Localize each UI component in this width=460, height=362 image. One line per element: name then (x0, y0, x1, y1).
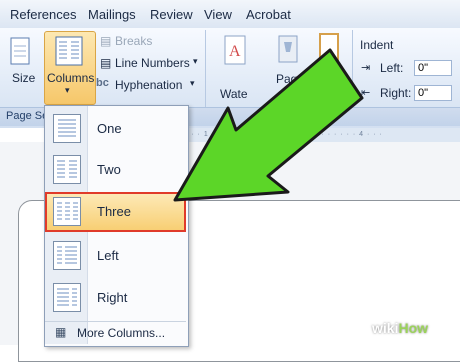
wikihow-logo: wikiHow (372, 320, 428, 336)
wikihow-logo-how: How (398, 320, 429, 336)
green-arrow-icon (173, 48, 364, 202)
wikihow-logo-wiki: wiki (372, 320, 399, 336)
